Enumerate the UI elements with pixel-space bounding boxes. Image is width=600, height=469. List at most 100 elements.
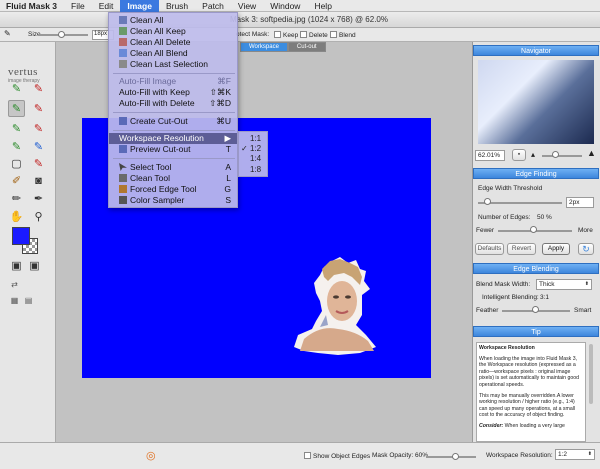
delete-exact-brush-icon[interactable]: ✎ (30, 120, 47, 137)
tip-text-area[interactable]: Workspace Resolution When loading the im… (476, 342, 586, 442)
stop-icon[interactable]: ◎ (146, 449, 156, 462)
fit-zoom-button[interactable]: ▪ (512, 149, 526, 161)
res-option-1-8[interactable]: 1:8 (239, 165, 267, 175)
edge-finding-header[interactable]: Edge Finding (473, 168, 599, 179)
menu-item-autofill-delete[interactable]: Auto-Fill with Delete ⇧⌘D (109, 98, 237, 109)
delete-brush-icon[interactable]: ✎ (30, 80, 47, 97)
smart-label: Smart (574, 307, 592, 314)
menu-item-color-sampler[interactable]: Color Sampler S (109, 195, 237, 206)
intelligent-blending-label: Intelligent Blending: (482, 294, 539, 301)
tab-cutout[interactable]: Cut-out (287, 42, 326, 52)
num-edges-knob[interactable] (530, 226, 537, 233)
blend-mask-width-label: Blend Mask Width: (476, 281, 531, 288)
blending-knob[interactable] (532, 306, 539, 313)
menu-image[interactable]: Image (120, 0, 159, 12)
menu-item-autofill-keep[interactable]: Auto-Fill with Keep ⇧⌘K (109, 87, 237, 98)
menu-separator (113, 130, 235, 131)
keep-local-brush-icon[interactable]: ✎ (8, 100, 25, 117)
after-view-icon[interactable]: ▣ (26, 257, 43, 274)
menu-edit[interactable]: Edit (92, 0, 121, 12)
keep-brush-icon[interactable]: ✎ (8, 80, 25, 97)
intelligent-blending-value: 3:1 (540, 294, 550, 301)
mask-opacity-label: Mask Opacity: 60% (372, 452, 428, 459)
menu-item-forced-edge[interactable]: Forced Edge Tool G (109, 184, 237, 195)
clean-delete-icon (119, 38, 127, 46)
mask-opacity-knob[interactable] (452, 453, 459, 460)
tip-header[interactable]: Tip (473, 326, 599, 337)
menu-item-clean-all[interactable]: Clean All (109, 15, 237, 26)
show-edges-checkbox[interactable]: Show Object Edges (304, 452, 370, 460)
tip-scrollbar[interactable] (589, 344, 593, 404)
blend-mask-width-select[interactable]: Thick ⬍ (536, 279, 592, 290)
tip-paragraph-2: This may be manually overridden.A lower … (479, 392, 576, 419)
menu-item-select-tool[interactable]: Select Tool A (109, 162, 237, 173)
menu-separator (113, 73, 235, 74)
ws-res-select[interactable]: 1:2 ⬍ (555, 449, 595, 460)
tip-paragraph-1: When loading the image into Fluid Mask 3… (479, 355, 580, 388)
delete-local-brush-icon[interactable]: ✎ (30, 100, 47, 117)
camera-icon[interactable]: ◙ (30, 172, 47, 189)
zoom-icon[interactable]: ⚲ (30, 208, 47, 225)
forced-edge-icon[interactable]: ✐ (8, 172, 25, 189)
menu-item-create-cutout[interactable]: Create Cut-Out ⌘U (109, 116, 237, 127)
preview-icon (119, 145, 127, 153)
before-view-icon[interactable]: ▣ (8, 257, 25, 274)
menu-item-workspace-resolution[interactable]: Workspace Resolution ▶ (109, 133, 237, 144)
color-sampler-icon[interactable]: ✒ (30, 190, 47, 207)
defaults-button[interactable]: Defaults (475, 243, 504, 255)
menu-item-clean-all-blend[interactable]: Clean All Blend (109, 48, 237, 59)
menu-view[interactable]: View (231, 0, 263, 12)
keep-checkbox[interactable]: Keep (274, 31, 298, 39)
view-mode-2-icon[interactable]: ▤ (20, 292, 37, 309)
menu-item-autofill: Auto-Fill Image ⌘F (119, 76, 231, 86)
menu-item-clean-all-keep[interactable]: Clean All Keep (109, 26, 237, 37)
menu-item-preview-cutout[interactable]: Preview Cut-out T (109, 144, 237, 155)
clean-tool-icon[interactable]: ✏ (8, 190, 25, 207)
zoom-slider[interactable] (542, 155, 582, 157)
menu-app[interactable]: Fluid Mask 3 (0, 0, 64, 12)
tip-heading: Workspace Resolution (479, 345, 535, 351)
refresh-icon[interactable]: ↻ (578, 243, 594, 255)
res-option-1-1[interactable]: 1:1 (239, 134, 267, 144)
size-slider-knob[interactable] (58, 31, 65, 38)
menu-item-clean-last[interactable]: Clean Last Selection (109, 59, 237, 70)
zoom-out-icon[interactable]: ▴ (531, 150, 535, 159)
menu-item-clean-all-delete[interactable]: Clean All Delete (109, 37, 237, 48)
edge-blending-header[interactable]: Edge Blending (473, 263, 599, 274)
navigator-header[interactable]: Navigator (473, 45, 599, 56)
revert-button[interactable]: Revert (507, 243, 536, 255)
edge-width-field[interactable]: 2px (566, 197, 594, 208)
patch-icon[interactable]: ✎ (30, 155, 47, 172)
brush-options-icon[interactable]: ✎ (4, 29, 11, 38)
menu-help[interactable]: Help (307, 0, 338, 12)
blend-brush-icon[interactable]: ✎ (30, 138, 47, 155)
menu-file[interactable]: File (64, 0, 92, 12)
hand-icon[interactable]: ✋ (8, 208, 25, 225)
zoom-slider-knob[interactable] (552, 151, 559, 158)
select-rect-icon[interactable]: ▢ (8, 155, 25, 172)
foreground-color-swatch[interactable] (12, 227, 30, 245)
tab-workspace[interactable]: Workspace (240, 42, 288, 52)
apply-button[interactable]: Apply (542, 243, 570, 255)
window-title: Mask 3: softpedia.jpg (1024 x 768) @ 62.… (230, 15, 388, 24)
edge-width-label: Edge Width Threshold (478, 185, 543, 192)
res-option-1-2[interactable]: ✓ 1:2 (239, 144, 267, 154)
blend-checkbox[interactable]: Blend (330, 31, 356, 39)
menu-window[interactable]: Window (263, 0, 307, 12)
keep-fill-icon[interactable]: ✎ (8, 138, 25, 155)
logo-name: vertus (8, 66, 38, 78)
keep-exact-brush-icon[interactable]: ✎ (8, 120, 25, 137)
res-option-1-4[interactable]: 1:4 (239, 154, 267, 164)
menu-item-clean-tool[interactable]: Clean Tool L (109, 173, 237, 184)
delete-checkbox[interactable]: Delete (300, 31, 328, 39)
resolution-submenu: 1:1 ✓ 1:2 1:4 1:8 (238, 131, 268, 177)
zoom-in-icon[interactable]: ▲ (587, 148, 596, 158)
menu-patch[interactable]: Patch (195, 0, 231, 12)
ws-res-label: Workspace Resolution: (486, 452, 553, 459)
menu-brush[interactable]: Brush (159, 0, 195, 12)
mask-opacity-slider[interactable] (426, 456, 476, 458)
swap-icon[interactable]: ⇄ (6, 276, 23, 293)
edge-width-knob[interactable] (484, 198, 491, 205)
navigator-zoom-field[interactable]: 62.01% (475, 150, 505, 161)
navigator-thumbnail[interactable] (478, 60, 594, 144)
